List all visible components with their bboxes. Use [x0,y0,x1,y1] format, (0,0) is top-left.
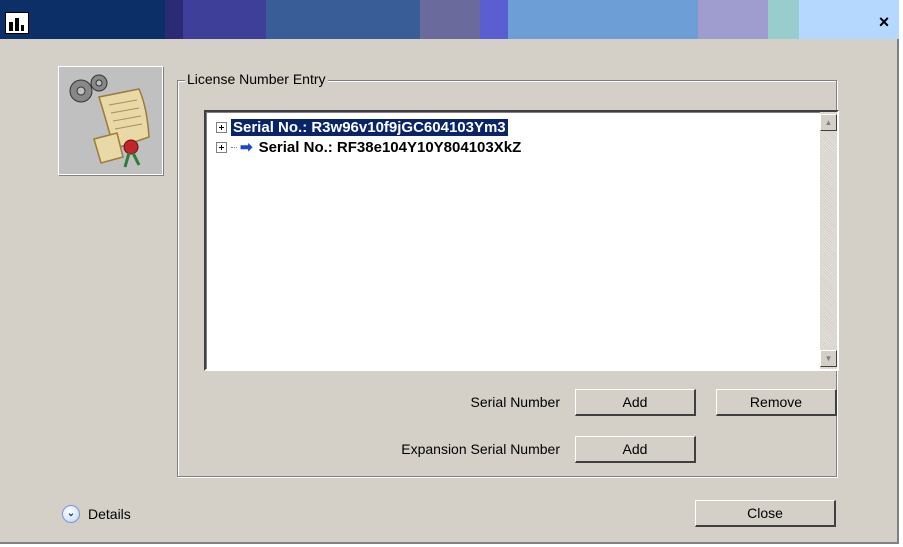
titlebar-band [165,0,183,39]
license-certificate-gears-icon [58,66,163,175]
scroll-up-button[interactable]: ▲ [820,114,837,131]
expansion-serial-label: Expansion Serial Number [401,441,560,457]
titlebar-band [420,0,480,39]
titlebar-band [266,0,420,39]
serial-add-button[interactable]: Add [575,389,696,416]
serial-label: Serial No.: R3w96v10f9jGC604103Ym3 [231,118,508,136]
details-toggle[interactable]: ⌄ Details [62,505,131,523]
tree-connector [231,146,237,148]
group-title: License Number Entry [185,71,328,87]
expand-icon[interactable] [216,121,227,133]
license-dialog: × License Number Entry Serial No.: R3w96… [0,0,899,544]
expand-icon[interactable] [216,141,227,153]
details-label: Details [88,506,131,522]
bar-chart-icon [5,12,29,34]
serial-remove-button[interactable]: Remove [716,389,837,416]
close-window-button[interactable]: × [873,12,895,32]
scroll-down-button[interactable]: ▼ [820,350,837,367]
close-button[interactable]: Close [695,500,836,527]
titlebar-band [480,0,508,39]
serial-label: Serial No.: RF38e104Y10Y804103XkZ [258,138,522,156]
arrow-right-icon: ➡ [240,139,253,156]
serial-number-label: Serial Number [470,394,560,410]
titlebar-band [698,0,768,39]
titlebar-band [183,0,266,39]
expansion-add-button[interactable]: Add [575,436,696,463]
serial-item[interactable]: ➡ Serial No.: RF38e104Y10Y804103XkZ [216,138,521,156]
titlebar-band [768,0,799,39]
titlebar [0,0,899,39]
vertical-scrollbar[interactable]: ▲ ▼ [820,112,837,369]
titlebar-band [508,0,698,39]
chevron-down-circle-icon[interactable]: ⌄ [62,505,80,523]
serial-list[interactable]: Serial No.: R3w96v10f9jGC604103Ym3 ➡ Ser… [204,110,839,371]
serial-item[interactable]: Serial No.: R3w96v10f9jGC604103Ym3 [216,118,508,136]
